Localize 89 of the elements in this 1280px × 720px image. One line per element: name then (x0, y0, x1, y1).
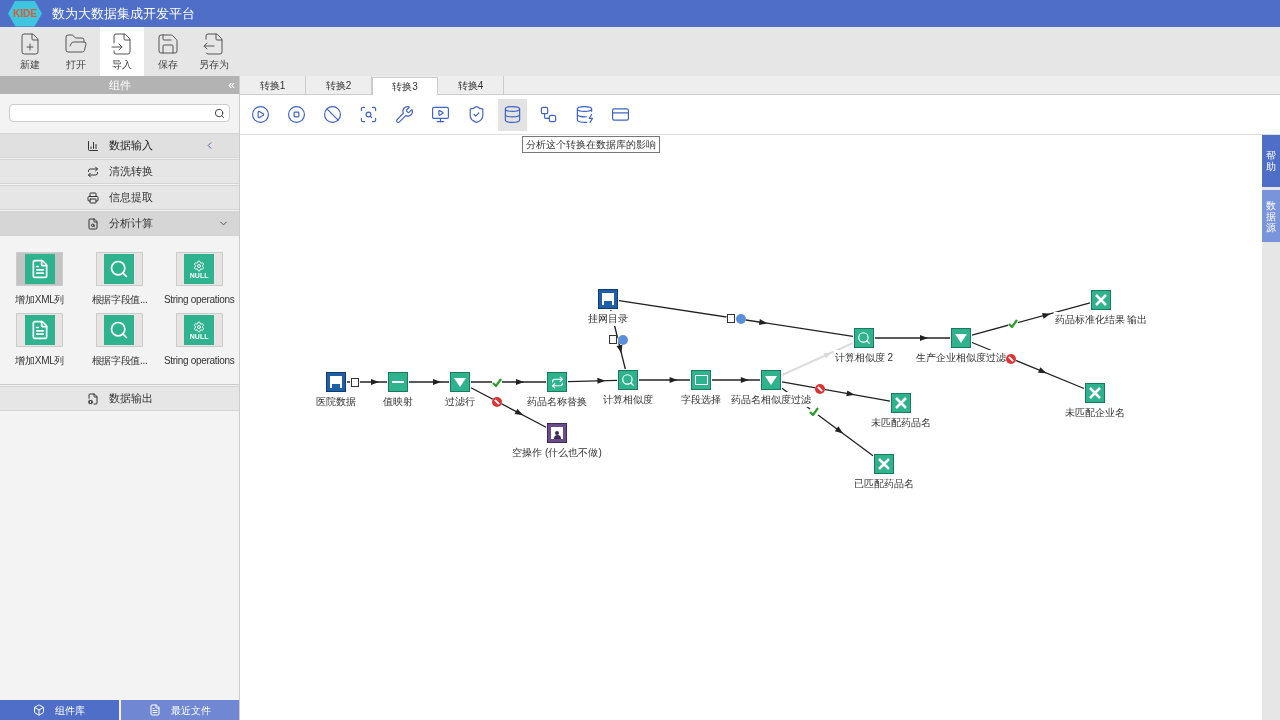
step-label: 未匹配企业名 (1064, 405, 1126, 420)
tooltip: 分析这个转换在数据库的影响 (522, 136, 660, 153)
funnel-step-icon[interactable] (450, 372, 470, 392)
input-step-icon[interactable] (598, 289, 618, 309)
connector-arrow[interactable] (567, 377, 618, 384)
save-icon (156, 31, 180, 56)
magnifier-icon (104, 254, 135, 284)
input-step-icon[interactable] (326, 372, 346, 392)
connector-arrow[interactable] (638, 377, 691, 383)
step-label: 医院数据 (315, 394, 357, 409)
replace-step-icon[interactable] (547, 372, 567, 392)
stop-icon (492, 396, 503, 407)
save-as-icon (202, 31, 226, 56)
folder-icon (64, 31, 88, 56)
step-label: 计算相似度 2 (833, 350, 895, 365)
toolbar-button[interactable]: 另存为 (192, 27, 236, 76)
component-tile[interactable]: 根据字段值... (79, 252, 160, 307)
toolbar-button[interactable]: 打开 (54, 27, 98, 76)
stop-icon (814, 383, 825, 394)
search-icon (214, 107, 225, 119)
step-label: 过滤行 (444, 394, 476, 409)
cube-icon (33, 704, 46, 716)
step-label: 挂网目录 (587, 311, 629, 326)
step-label: 值映射 (382, 394, 414, 409)
step-label: 空操作 (什么也不做) (511, 445, 603, 460)
new-file-icon (18, 31, 42, 56)
toolbar-button[interactable]: 新建 (8, 27, 52, 76)
side-tab[interactable]: 帮助 (1262, 135, 1280, 187)
funnel-step-icon[interactable] (951, 328, 971, 348)
step-label: 已匹配药品名 (853, 476, 915, 491)
category-header[interactable]: 数据输出 (0, 386, 239, 411)
tab[interactable]: 转换3 (372, 77, 438, 95)
category-header[interactable]: 分析计算 (0, 211, 239, 236)
copy-icon (608, 334, 618, 345)
bar-chart-icon (86, 139, 99, 152)
document-icon (148, 704, 161, 716)
component-tile[interactable]: 增加XML列 (0, 313, 80, 368)
connector-arrow[interactable] (618, 300, 854, 337)
spreadsheet-step-icon[interactable] (1091, 290, 1111, 310)
spreadsheet-step-icon[interactable] (874, 454, 894, 474)
step-label: 生产企业相似度过滤 (915, 350, 1007, 365)
copy-icon (350, 377, 360, 387)
magnifier-step-icon[interactable] (854, 328, 874, 348)
document-icon (24, 254, 55, 284)
logo-icon: KIDE (8, 0, 42, 27)
step-label: 药品名称替换 (526, 394, 588, 409)
document-search-icon (86, 217, 99, 230)
toolbar-button[interactable]: 导入 (100, 27, 144, 76)
list-step-icon[interactable] (691, 370, 711, 390)
printer-icon (86, 191, 99, 204)
category-header[interactable]: 信息提取 (0, 185, 239, 210)
connector-arrow[interactable] (470, 379, 547, 385)
magnifier-icon (104, 315, 135, 345)
sidebar-title: 组件 (108, 77, 131, 93)
spreadsheet-step-icon[interactable] (891, 393, 911, 413)
arrows-icon (86, 165, 99, 178)
mapping-step-icon[interactable] (388, 372, 408, 392)
step-label: 药品标准化结果 输出 (1053, 312, 1149, 327)
document-gear-icon (86, 392, 99, 405)
component-tile[interactable]: 根据字段值... (79, 313, 160, 368)
step-label: 字段选择 (680, 392, 722, 407)
connector-arrow[interactable] (346, 379, 388, 385)
connector-arrow[interactable] (711, 377, 761, 383)
magnifier-step-icon[interactable] (618, 370, 638, 390)
person-step-icon[interactable] (547, 423, 567, 443)
info-icon (618, 334, 628, 345)
toolbar-button[interactable]: 保存 (146, 27, 190, 76)
info-icon (736, 313, 746, 324)
category-header[interactable]: 清洗转换 (0, 159, 239, 184)
step-label: 未匹配药品名 (870, 415, 932, 430)
stop-icon (1006, 353, 1017, 364)
search-field[interactable] (9, 104, 230, 122)
step-label: 计算相似度 (602, 392, 654, 407)
copy-icon (726, 313, 736, 324)
connector-arrow[interactable] (874, 335, 951, 341)
spreadsheet-step-icon[interactable] (1085, 383, 1105, 403)
check-icon (808, 406, 819, 417)
category-header[interactable]: 数据输入 (0, 133, 239, 158)
connector-arrow[interactable] (781, 381, 891, 402)
document-icon (24, 315, 55, 345)
connector-arrow[interactable] (408, 379, 450, 385)
app-title: 数为大数据集成开发平台 (52, 4, 195, 23)
import-icon (110, 31, 134, 56)
funnel-step-icon[interactable] (761, 370, 781, 390)
step-label: 药品名相似度过滤 (730, 392, 812, 407)
component-tile[interactable]: 增加XML列 (0, 252, 80, 307)
database-icon[interactable] (498, 98, 527, 131)
bottom-tab[interactable]: 组件库 (0, 700, 119, 720)
check-icon (492, 377, 503, 387)
